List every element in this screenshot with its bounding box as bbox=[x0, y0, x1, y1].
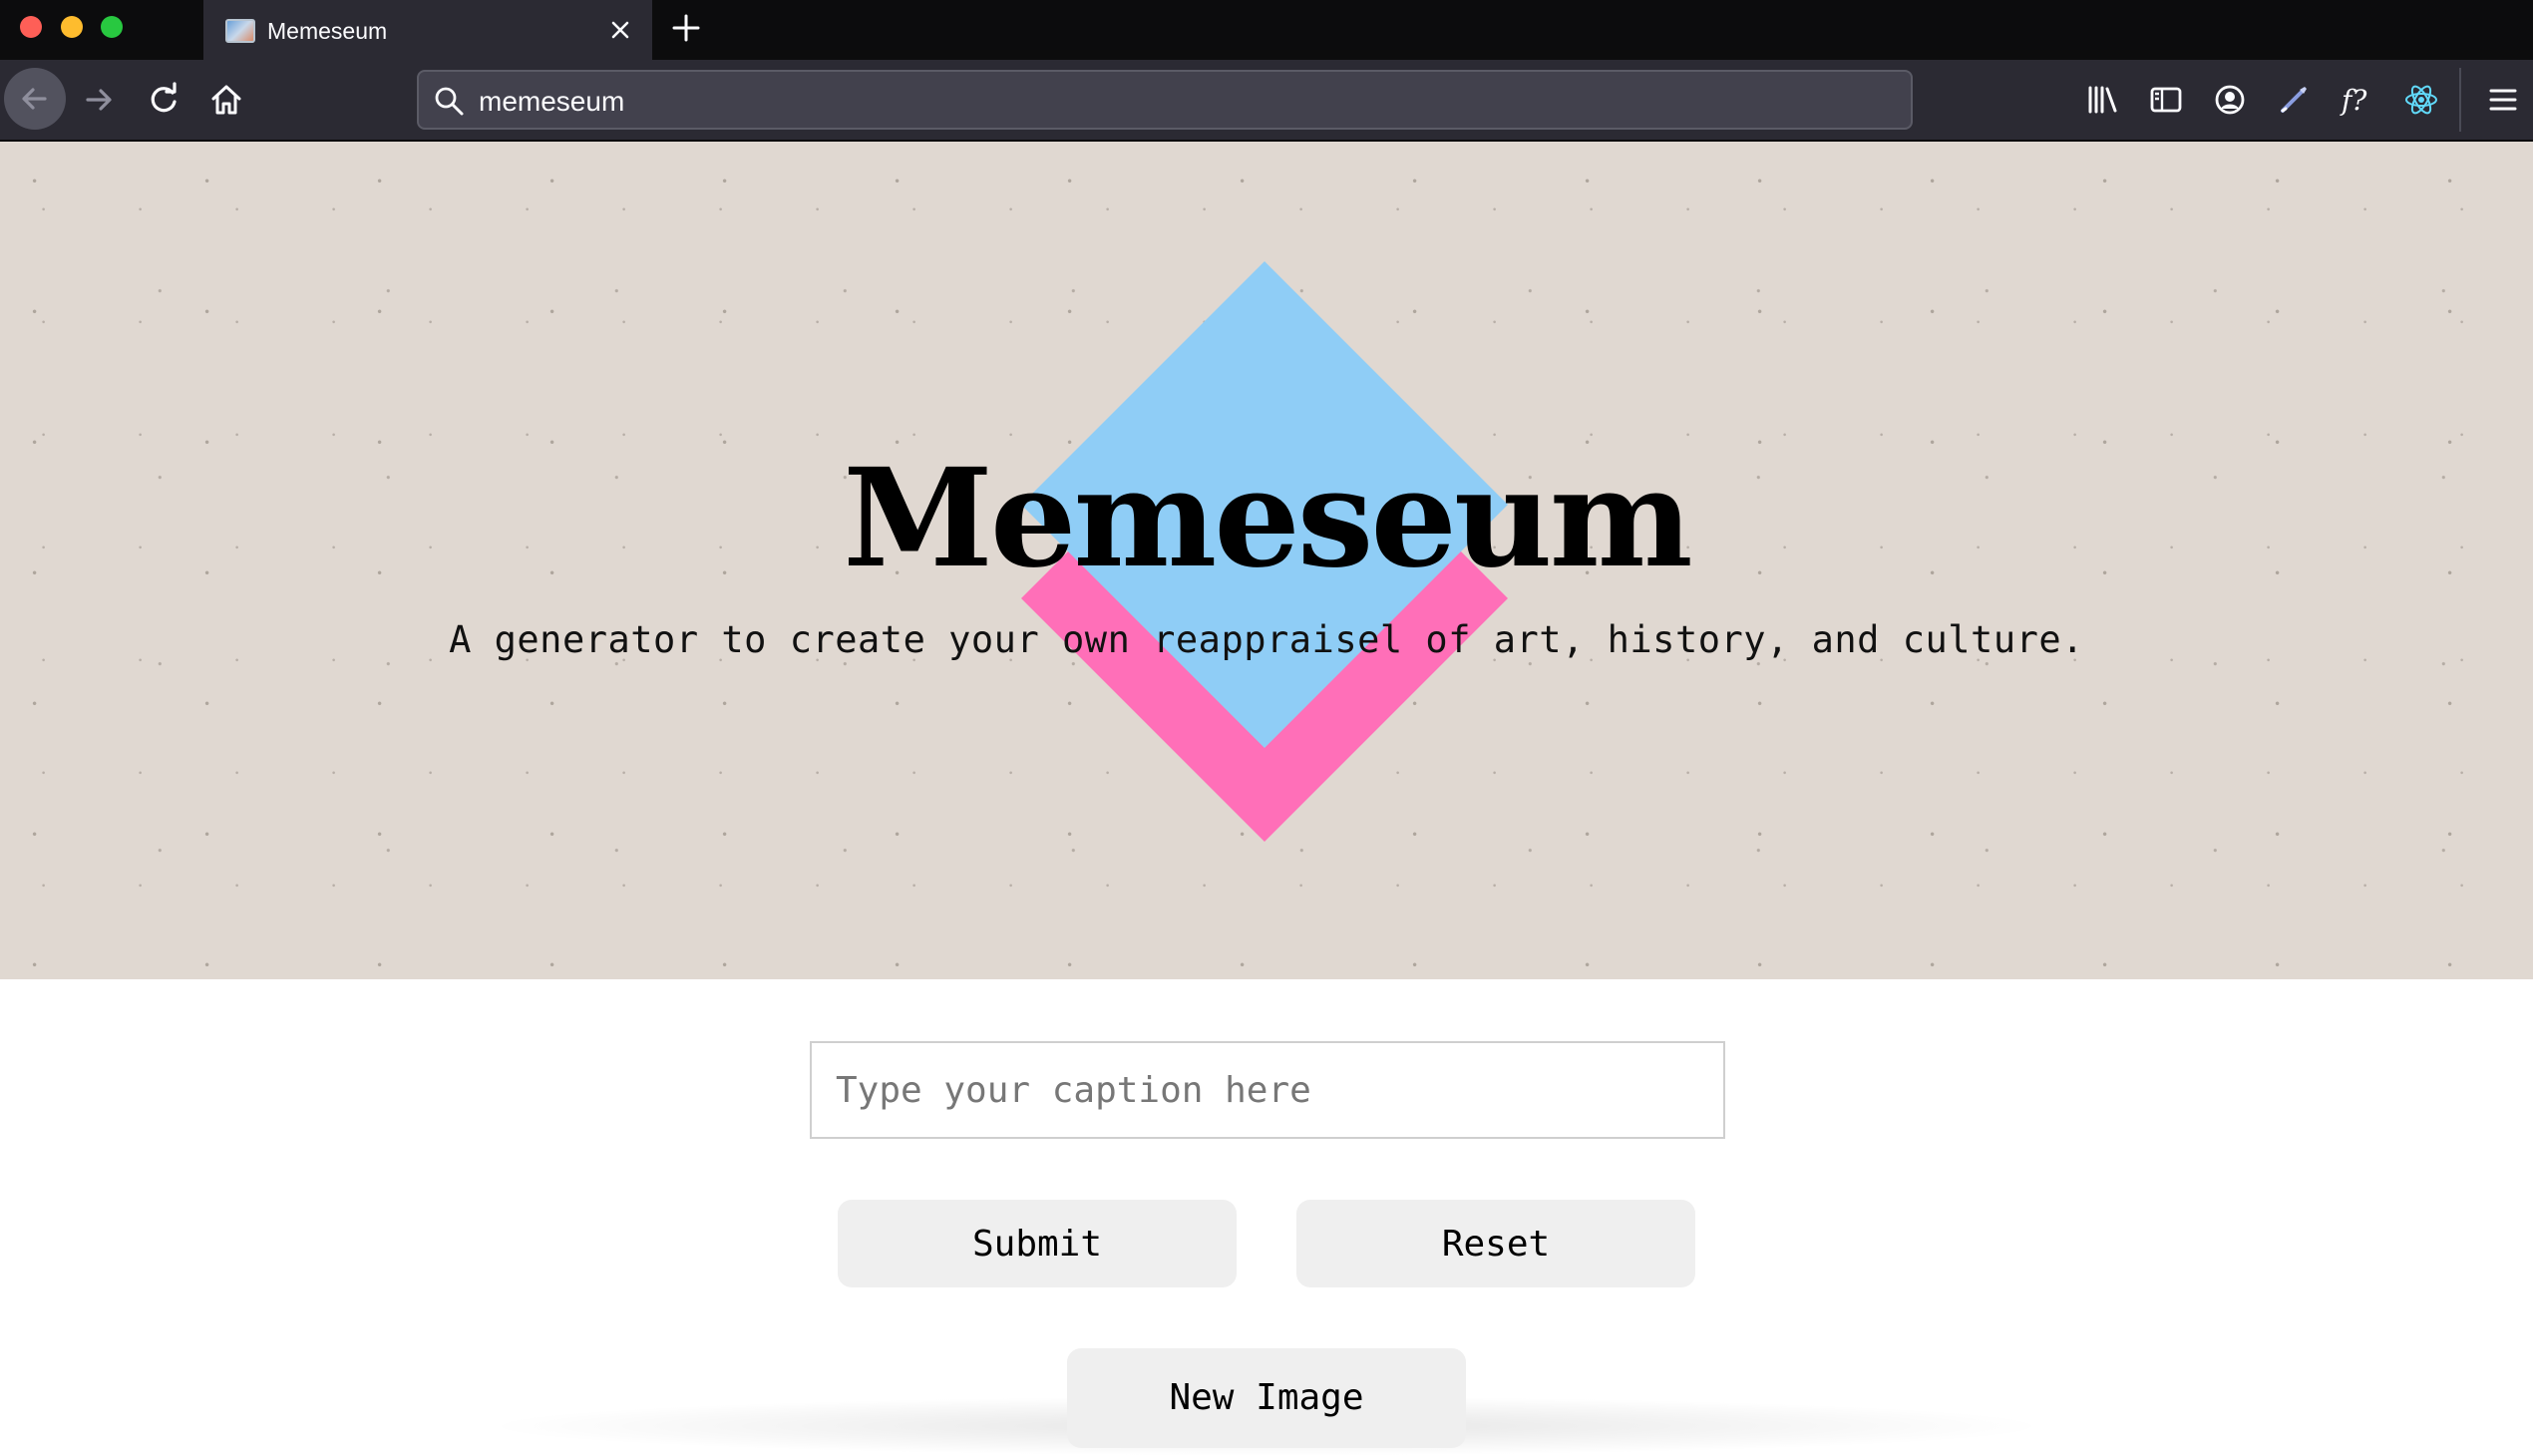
page-title: Memeseum bbox=[843, 439, 1692, 598]
svg-text:f?: f? bbox=[2340, 84, 2367, 117]
forward-arrow-icon[interactable] bbox=[80, 80, 120, 120]
new-image-button[interactable]: New Image bbox=[1067, 1348, 1466, 1448]
maximize-window-button[interactable] bbox=[101, 16, 123, 38]
menu-icon[interactable] bbox=[2483, 80, 2523, 120]
search-icon bbox=[435, 87, 464, 116]
caption-input[interactable] bbox=[810, 1041, 1725, 1139]
browser-tab-bar: Memeseum bbox=[0, 0, 2533, 60]
tab-title: Memeseum bbox=[267, 18, 388, 44]
image-favicon-icon bbox=[225, 19, 255, 43]
sidebar-icon[interactable] bbox=[2146, 80, 2186, 120]
toolbar-divider bbox=[2459, 68, 2461, 132]
back-button[interactable] bbox=[4, 68, 66, 130]
submit-button[interactable]: Submit bbox=[838, 1200, 1237, 1287]
page-tagline: A generator to create your own reapprais… bbox=[449, 618, 2084, 661]
react-devtools-icon[interactable] bbox=[2401, 80, 2441, 120]
minimize-window-button[interactable] bbox=[61, 16, 83, 38]
new-tab-icon[interactable] bbox=[668, 10, 704, 46]
home-icon[interactable] bbox=[206, 80, 246, 120]
address-bar-text: memeseum bbox=[479, 86, 625, 117]
browser-tab-memeseum[interactable]: Memeseum bbox=[203, 0, 652, 60]
font-finder-icon[interactable]: f? bbox=[2338, 80, 2377, 120]
address-bar[interactable]: memeseum bbox=[417, 70, 1913, 130]
hero-banner: Memeseum A generator to create your own … bbox=[0, 142, 2533, 979]
browser-nav-bar: memeseum f? bbox=[0, 60, 2533, 142]
reset-button[interactable]: Reset bbox=[1296, 1200, 1695, 1287]
library-icon[interactable] bbox=[2082, 80, 2122, 120]
reload-icon[interactable] bbox=[144, 80, 183, 120]
close-tab-icon[interactable] bbox=[606, 16, 634, 44]
close-window-button[interactable] bbox=[20, 16, 42, 38]
eyedropper-icon[interactable] bbox=[2274, 80, 2314, 120]
arrow-left-icon bbox=[22, 88, 47, 110]
account-icon[interactable] bbox=[2210, 80, 2250, 120]
